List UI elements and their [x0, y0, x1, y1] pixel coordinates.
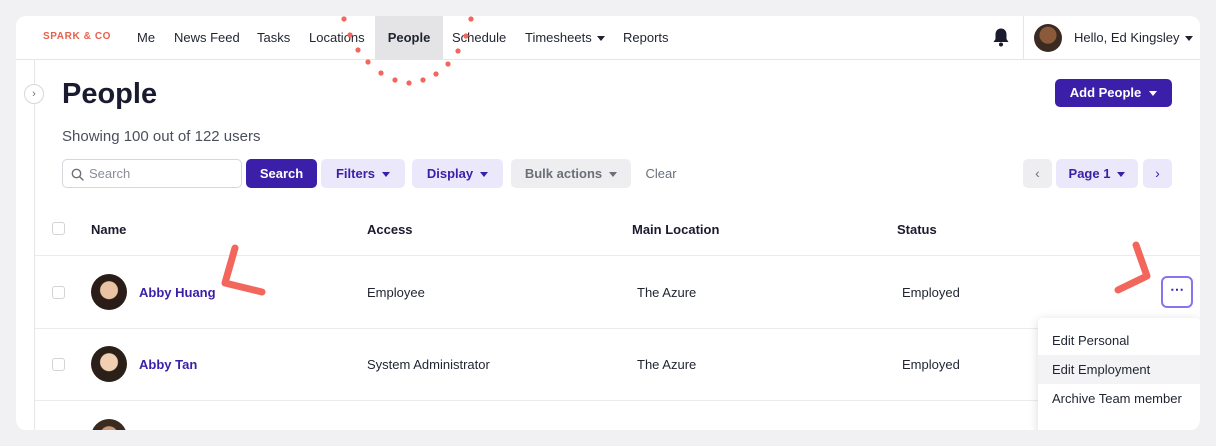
table-divider	[34, 328, 1200, 329]
row-checkbox[interactable]	[52, 358, 65, 371]
column-header-status[interactable]: Status	[897, 222, 937, 237]
results-count: Showing 100 out of 122 users	[62, 128, 261, 145]
avatar	[91, 274, 127, 310]
chevron-right-icon[interactable]: ›	[24, 84, 44, 104]
nav-item-locations[interactable]: Locations	[295, 16, 379, 59]
app-window: SPARK & CO Me News Feed Tasks Locations …	[16, 16, 1200, 430]
chevron-down-icon	[609, 172, 618, 178]
chevron-down-icon	[382, 172, 390, 178]
select-all-checkbox[interactable]	[52, 222, 65, 235]
nav-item-timesheets[interactable]: Timesheets	[511, 16, 619, 59]
user-menu[interactable]: Hello, Ed Kingsley	[1074, 30, 1193, 45]
page-title: People	[62, 78, 158, 110]
prev-page-icon[interactable]: ‹	[1023, 159, 1052, 188]
nav-item-reports[interactable]: Reports	[609, 16, 683, 59]
add-people-button[interactable]: Add People	[1055, 79, 1172, 107]
nav-item-schedule[interactable]: Schedule	[438, 16, 520, 59]
person-name-link[interactable]: Abby Tan	[139, 357, 197, 372]
avatar	[91, 419, 127, 430]
bulk-actions-label: Bulk actions	[524, 166, 603, 181]
display-label: Display	[426, 166, 474, 181]
table-divider	[34, 255, 1200, 256]
menu-item-edit-personal[interactable]: Edit Personal	[1038, 326, 1200, 355]
side-panel-border	[34, 60, 35, 430]
chevron-down-icon	[1117, 172, 1126, 178]
status-cell: Employed	[902, 357, 960, 372]
nav-divider	[1023, 16, 1024, 60]
search-field[interactable]	[62, 159, 242, 188]
greeting-label: Hello, Ed Kingsley	[1074, 30, 1180, 45]
row-actions-menu: Edit Personal Edit Employment Archive Te…	[1038, 318, 1200, 430]
chevron-down-icon	[1149, 91, 1158, 97]
search-input[interactable]	[89, 160, 239, 187]
bulk-actions-button[interactable]: Bulk actions	[511, 159, 631, 188]
filters-button[interactable]: Filters	[321, 159, 405, 188]
add-people-label: Add People	[1069, 85, 1142, 100]
bell-icon[interactable]	[992, 27, 1010, 47]
user-avatar[interactable]	[1034, 24, 1062, 52]
display-button[interactable]: Display	[412, 159, 503, 188]
more-actions-icon[interactable]: ⋯	[1161, 276, 1193, 308]
column-header-access[interactable]: Access	[367, 222, 413, 237]
location-cell: The Azure	[637, 357, 697, 372]
page-select[interactable]: Page 1	[1056, 159, 1138, 188]
page-label: Page 1	[1068, 166, 1111, 181]
nav-item-people[interactable]: People	[375, 16, 443, 59]
chevron-down-icon	[1184, 36, 1193, 42]
access-cell: System Administrator	[367, 357, 490, 372]
table-divider	[34, 400, 1200, 401]
nav-item-news-feed[interactable]: News Feed	[160, 16, 254, 59]
person-name-link[interactable]: Abby Huang	[139, 285, 216, 300]
menu-item-archive-team-member[interactable]: Archive Team member	[1038, 384, 1200, 413]
next-page-icon[interactable]: ›	[1143, 159, 1172, 188]
clear-button[interactable]: Clear	[639, 159, 683, 188]
access-cell: Employee	[367, 285, 425, 300]
avatar	[91, 346, 127, 382]
top-nav: SPARK & CO Me News Feed Tasks Locations …	[16, 16, 1200, 60]
chevron-down-icon	[596, 36, 605, 42]
column-header-main-location[interactable]: Main Location	[632, 222, 719, 237]
menu-item-edit-employment[interactable]: Edit Employment	[1038, 355, 1200, 384]
status-cell: Employed	[902, 285, 960, 300]
filters-label: Filters	[335, 166, 375, 181]
row-checkbox[interactable]	[52, 286, 65, 299]
search-button[interactable]: Search	[246, 159, 317, 188]
chevron-down-icon	[480, 172, 489, 178]
timesheets-label: Timesheets	[525, 30, 592, 45]
location-cell: The Azure	[637, 285, 697, 300]
brand-logo[interactable]: SPARK & CO	[43, 31, 111, 42]
column-header-name[interactable]: Name	[91, 222, 126, 237]
search-icon	[71, 168, 84, 181]
